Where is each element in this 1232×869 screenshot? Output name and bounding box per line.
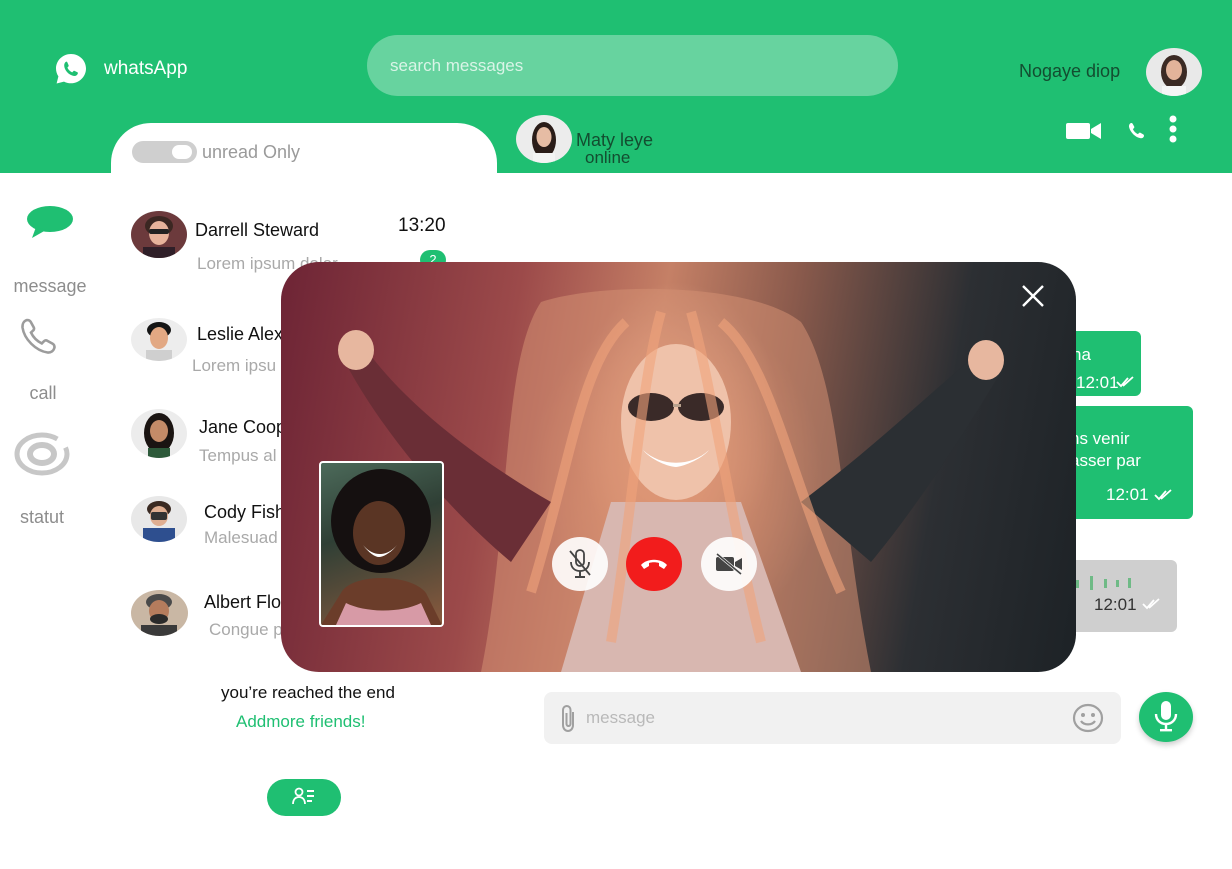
more-options-icon[interactable] bbox=[1167, 115, 1179, 143]
mute-microphone-button[interactable] bbox=[552, 537, 608, 591]
chat-contact-avatar-image bbox=[516, 115, 572, 163]
current-user-avatar[interactable] bbox=[1146, 48, 1202, 96]
message-time: 12:01 bbox=[1106, 485, 1149, 504]
camera-off-icon bbox=[716, 552, 742, 576]
record-voice-button[interactable] bbox=[1139, 692, 1193, 742]
add-contact-button[interactable] bbox=[267, 779, 341, 816]
contact-avatar bbox=[131, 590, 188, 636]
phone-icon bbox=[21, 318, 56, 354]
contact-avatar bbox=[131, 318, 187, 361]
message-icon bbox=[27, 206, 73, 238]
message-preview: Lorem ipsu bbox=[192, 356, 277, 375]
contact-name: Darrell Steward bbox=[195, 220, 320, 240]
message-time: 12:01 bbox=[1094, 595, 1137, 614]
message-text-line: asser par bbox=[1070, 451, 1141, 470]
status-icon bbox=[14, 432, 70, 476]
unread-only-label: unread Only bbox=[202, 142, 301, 162]
contact-avatar bbox=[131, 496, 187, 542]
contact-name: Leslie Alex bbox=[197, 324, 284, 344]
read-receipt-icon bbox=[1142, 598, 1160, 610]
message-text-line: ns venir bbox=[1070, 429, 1130, 448]
conversation-row[interactable]: Jane Coop Tempus al bbox=[131, 409, 301, 469]
message-preview: Malesuad bbox=[204, 528, 278, 547]
message-time: 12:01 bbox=[1076, 373, 1119, 392]
chat-contact-status: online bbox=[585, 148, 631, 167]
unread-only-toggle[interactable] bbox=[132, 141, 197, 163]
emoji-icon[interactable] bbox=[1072, 703, 1104, 733]
nav-label-status: statut bbox=[19, 507, 65, 527]
hang-up-icon bbox=[641, 559, 667, 569]
whatsapp-logo-icon bbox=[56, 54, 86, 84]
toggle-camera-button[interactable] bbox=[701, 537, 757, 591]
contact-name: Cody Fish bbox=[204, 502, 286, 522]
message-preview: Congue p bbox=[209, 620, 283, 639]
nav-item-message[interactable]: message bbox=[8, 205, 92, 297]
nav-item-status[interactable]: statut bbox=[4, 432, 80, 528]
contact-avatar bbox=[131, 409, 187, 458]
end-call-button[interactable] bbox=[626, 537, 682, 591]
nav-label-message: message bbox=[13, 276, 87, 296]
current-user-name: Nogaye diop bbox=[1019, 61, 1121, 81]
voice-call-icon[interactable] bbox=[1128, 122, 1147, 139]
add-more-friends-link[interactable]: Addmore friends! bbox=[236, 712, 365, 732]
contact-name: Jane Coop bbox=[199, 417, 287, 437]
conversation-row[interactable]: Albert Flo Congue p bbox=[131, 590, 301, 650]
current-user-avatar-image bbox=[1146, 48, 1202, 96]
message-composer bbox=[544, 692, 1121, 744]
microphone-icon bbox=[1154, 700, 1178, 731]
voice-waveform bbox=[1076, 576, 1131, 590]
self-video-feed bbox=[321, 469, 442, 625]
message-input[interactable] bbox=[586, 706, 1046, 730]
self-video-preview[interactable] bbox=[319, 461, 444, 627]
search-input[interactable] bbox=[367, 35, 898, 96]
nav-label-call: call bbox=[29, 383, 57, 403]
attach-icon[interactable] bbox=[558, 704, 580, 734]
contact-name: Albert Flo bbox=[204, 592, 282, 612]
read-receipt-icon bbox=[1116, 376, 1134, 388]
chat-contact-avatar[interactable] bbox=[516, 115, 572, 163]
close-call-icon[interactable] bbox=[1020, 283, 1046, 309]
list-end-text: you’re reached the end bbox=[221, 683, 395, 702]
nav-item-call[interactable]: call bbox=[6, 318, 80, 404]
app-title: whatsApp bbox=[104, 58, 188, 79]
conversation-row[interactable]: Leslie Alex Lorem ipsu bbox=[131, 318, 301, 378]
microphone-muted-icon bbox=[569, 549, 591, 578]
add-contact-icon bbox=[292, 787, 314, 805]
contact-avatar bbox=[131, 211, 187, 258]
brand[interactable]: whatsApp bbox=[54, 52, 187, 86]
conversation-row[interactable]: Cody Fish Malesuad bbox=[131, 496, 301, 556]
video-call-icon[interactable] bbox=[1066, 121, 1102, 141]
message-preview: Tempus al bbox=[199, 446, 277, 465]
read-receipt-icon bbox=[1154, 489, 1172, 501]
message-time: 13:20 bbox=[398, 215, 446, 236]
